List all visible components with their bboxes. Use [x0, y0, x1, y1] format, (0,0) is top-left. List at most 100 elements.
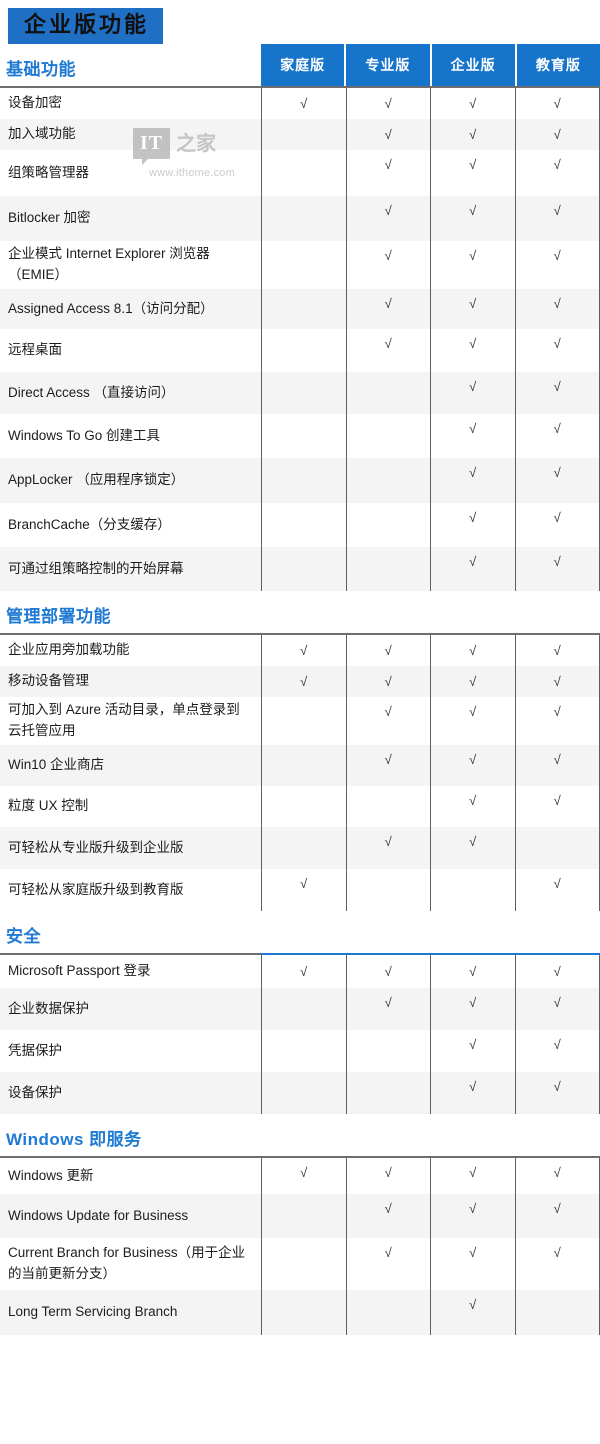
check-icon: √ — [469, 379, 477, 394]
table-body: Microsoft Passport 登录 √ √ √ √ 企业数据保护 √ √ √ 凭据保护 √ √… — [0, 955, 600, 1114]
check-icon: √ — [553, 1201, 561, 1216]
check-icon: √ — [553, 643, 561, 658]
cell-1 — [345, 547, 431, 591]
check-cells: √ √ √ — [261, 697, 600, 745]
column-header-2[interactable]: 企业版 — [431, 44, 517, 86]
check-icon: √ — [553, 296, 561, 311]
table-row: 可加入到 Azure 活动目录，单点登录到云托管应用 √ √ √ — [0, 697, 600, 745]
check-icon: √ — [384, 964, 392, 979]
cell-0 — [261, 745, 346, 786]
check-icon: √ — [384, 296, 392, 311]
section-title: 基础功能 — [6, 60, 76, 79]
cell-2: √ — [430, 289, 515, 329]
cell-1 — [345, 1072, 431, 1114]
table-row: BranchCache（分支缓存） √ √ — [0, 503, 600, 547]
column-header-0[interactable]: 家庭版 — [261, 44, 347, 86]
check-icon: √ — [553, 96, 561, 111]
cell-2: √ — [430, 988, 515, 1030]
check-icon: √ — [384, 752, 392, 767]
check-cells: √ √ — [261, 1030, 600, 1072]
cell-1: √ — [345, 955, 431, 988]
table-row: 设备保护 √ √ — [0, 1072, 600, 1114]
cell-2 — [430, 869, 515, 911]
cell-2: √ — [430, 547, 515, 591]
check-cells: √ √ √ √ — [261, 88, 600, 119]
table-row: 设备加密 √ √ √ √ — [0, 88, 600, 119]
cell-3: √ — [514, 635, 600, 666]
feature-label: 加入域功能 — [8, 126, 76, 142]
cell-0 — [261, 1238, 346, 1290]
cell-0 — [261, 119, 346, 150]
cell-2: √ — [430, 150, 515, 196]
table-row: 可通过组策略控制的开始屏幕 √ √ — [0, 547, 600, 591]
table-row: 移动设备管理 √ √ √ √ — [0, 666, 600, 697]
check-icon: √ — [384, 1165, 392, 1180]
check-icon: √ — [553, 203, 561, 218]
cell-1: √ — [345, 289, 431, 329]
check-icon: √ — [469, 465, 477, 480]
section-header: 安全 — [0, 911, 600, 953]
column-header-3[interactable]: 教育版 — [516, 44, 600, 86]
table-row: Win10 企业商店 √ √ √ — [0, 745, 600, 786]
check-icon: √ — [553, 127, 561, 142]
feature-label: Bitlocker 加密 — [8, 210, 91, 226]
cell-0 — [261, 150, 346, 196]
table-row: 可轻松从家庭版升级到教育版 √ √ — [0, 869, 600, 911]
feature-label: 凭据保护 — [8, 1042, 62, 1058]
cell-1: √ — [345, 635, 431, 666]
cell-1: √ — [345, 666, 431, 697]
cell-3: √ — [514, 372, 600, 414]
check-icon: √ — [469, 554, 477, 569]
cell-1: √ — [345, 329, 431, 372]
section-header: 基础功能 家庭版 专业版 企业版 教育版 — [0, 44, 600, 86]
cell-3: √ — [514, 196, 600, 241]
section: 管理部署功能 企业应用旁加载功能 √ √ √ √ 移动设备管理 √ √ √ √ 可加入到 Azure … — [0, 591, 600, 911]
cell-2: √ — [430, 1194, 515, 1238]
cell-1 — [345, 869, 431, 911]
cell-3: √ — [514, 745, 600, 786]
check-cells: √ √ √ √ — [261, 1158, 600, 1194]
column-header-1[interactable]: 专业版 — [346, 44, 432, 86]
cell-1 — [345, 786, 431, 827]
cell-3: √ — [514, 414, 600, 458]
cell-2: √ — [430, 88, 515, 119]
check-icon: √ — [469, 643, 477, 658]
check-icon: √ — [469, 674, 477, 689]
table-row: Windows Update for Business √ √ √ — [0, 1194, 600, 1238]
table-row: 凭据保护 √ √ — [0, 1030, 600, 1072]
check-cells: √ √ √ — [261, 289, 600, 329]
feature-label: 企业应用旁加载功能 — [8, 642, 130, 658]
cell-0 — [261, 503, 346, 547]
cell-2: √ — [430, 458, 515, 503]
check-icon: √ — [553, 248, 561, 263]
check-icon: √ — [553, 510, 561, 525]
check-cells: √ √ — [261, 372, 600, 414]
cell-0 — [261, 1290, 346, 1335]
check-icon: √ — [469, 1297, 477, 1312]
feature-label: Win10 企业商店 — [8, 757, 105, 773]
cell-3: √ — [514, 119, 600, 150]
table-row: 可轻松从专业版升级到企业版 √ √ — [0, 827, 600, 869]
cell-3: √ — [514, 786, 600, 827]
feature-label: 设备加密 — [8, 95, 62, 111]
cell-3: √ — [514, 1238, 600, 1290]
cell-3 — [514, 1290, 600, 1335]
feature-label: 可轻松从家庭版升级到教育版 — [8, 881, 184, 897]
cell-1: √ — [345, 196, 431, 241]
feature-label: Long Term Servicing Branch — [8, 1304, 178, 1320]
feature-label: 可通过组策略控制的开始屏幕 — [8, 560, 184, 576]
cell-3: √ — [514, 150, 600, 196]
cell-0: √ — [261, 666, 346, 697]
cell-0 — [261, 289, 346, 329]
cell-1 — [345, 1290, 431, 1335]
check-icon: √ — [384, 127, 392, 142]
feature-comparison-page: 企业版功能 基础功能 家庭版 专业版 企业版 教育版 设备加密 √ √ √ √ 加入域功能 √ √ √ 组策… — [0, 0, 600, 1335]
section-header: Windows 即服务 — [0, 1114, 600, 1156]
cell-3: √ — [514, 666, 600, 697]
cell-2: √ — [430, 955, 515, 988]
check-cells: √ √ — [261, 503, 600, 547]
check-icon: √ — [553, 752, 561, 767]
check-cells: √ √ — [261, 827, 600, 869]
check-icon: √ — [553, 793, 561, 808]
feature-label: 可轻松从专业版升级到企业版 — [8, 839, 184, 855]
